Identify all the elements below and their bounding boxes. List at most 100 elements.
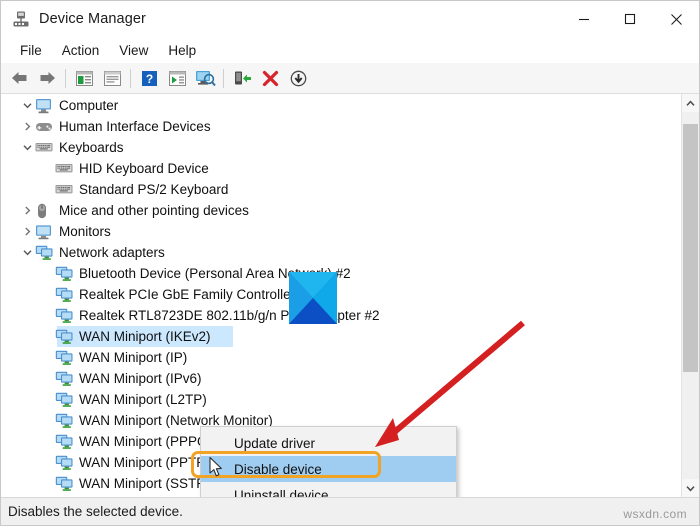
tree-node-label: WAN Miniport (PPTP) [79, 455, 210, 470]
tree-node[interactable]: WAN Miniport (IKEv2) [1, 326, 681, 347]
network-adapter-icon [55, 350, 75, 366]
tree-node-content: Human Interface Devices [1, 116, 211, 137]
update-driver-icon[interactable] [164, 66, 190, 91]
tree-node-label: Other devices [59, 494, 142, 497]
tree-node-label: Network adapters [59, 245, 165, 260]
tree-node-label: WAN Miniport (SSTP) [79, 476, 210, 491]
svg-text:?: ? [145, 72, 152, 86]
network-adapter-icon [55, 413, 75, 429]
network-adapter-icon [55, 476, 75, 492]
scrollbar-thumb[interactable] [683, 124, 698, 372]
other-devices-warning-icon: ? [35, 497, 55, 498]
network-adapter-icon [35, 245, 55, 261]
tree-node-label: HID Keyboard Device [79, 161, 209, 176]
tree-node-label: Mice and other pointing devices [59, 203, 249, 218]
tree-node[interactable]: Mice and other pointing devices [1, 200, 681, 221]
network-adapter-icon [55, 371, 75, 387]
menu-icon-gutter [201, 456, 229, 482]
menu-view[interactable]: View [109, 40, 158, 61]
tree-node-label: Standard PS/2 Keyboard [79, 182, 229, 197]
device-manager-icon [12, 10, 30, 28]
context-menu-label: Uninstall device [234, 487, 329, 498]
tree-node[interactable]: Realtek PCIe GbE Family Controller #2 [1, 284, 681, 305]
tree-node-label: WAN Miniport (L2TP) [79, 392, 207, 407]
tree-node[interactable]: Monitors [1, 221, 681, 242]
scroll-down-arrow-icon[interactable] [682, 479, 699, 497]
tree-node-label: Realtek PCIe GbE Family Controller #2 [79, 287, 314, 302]
tree-node[interactable]: Realtek RTL8723DE 802.11b/g/n PCIe Adapt… [1, 305, 681, 326]
vertical-scrollbar[interactable] [681, 94, 699, 497]
window-controls [561, 1, 699, 37]
tree-node-content: WAN Miniport (IP) [1, 347, 187, 368]
toolbar-separator [223, 68, 224, 88]
network-adapter-icon [55, 455, 75, 471]
enable-device-icon[interactable] [229, 66, 255, 91]
tree-node[interactable]: Network adapters [1, 242, 681, 263]
tree-node-label: Computer [59, 98, 119, 113]
context-menu-item-disable-device[interactable]: Disable device [201, 456, 456, 482]
network-adapter-icon [55, 392, 75, 408]
title-bar: Device Manager [1, 1, 699, 37]
forward-arrow-icon[interactable] [34, 66, 60, 91]
status-bar: Disables the selected device. wsxdn.com [1, 497, 699, 525]
chevron-right-icon[interactable] [19, 116, 35, 137]
tree-node[interactable]: Human Interface Devices [1, 116, 681, 137]
network-adapter-icon [55, 329, 75, 345]
context-menu-item-uninstall-device[interactable]: Uninstall device [201, 482, 456, 498]
chevron-right-icon[interactable] [19, 494, 35, 497]
back-arrow-icon[interactable] [6, 66, 32, 91]
tree-node[interactable]: HID Keyboard Device [1, 158, 681, 179]
tree-node-label: Keyboards [59, 140, 124, 155]
tree-node[interactable]: Keyboards [1, 137, 681, 158]
menu-file[interactable]: File [10, 40, 52, 61]
tree-node-content: Monitors [1, 221, 111, 242]
context-menu[interactable]: Update driver Disable device Uninstall d… [200, 426, 457, 497]
context-menu-item-update-driver[interactable]: Update driver [201, 430, 456, 456]
tree-node-content: WAN Miniport (SSTP) [1, 473, 210, 494]
tree-node-label: WAN Miniport (IKEv2) [79, 329, 211, 344]
tree-node[interactable]: Standard PS/2 Keyboard [1, 179, 681, 200]
chevron-down-icon[interactable] [19, 137, 35, 158]
tree-node-content: Keyboards [1, 137, 124, 158]
keyboard-icon [55, 161, 75, 177]
tree-node[interactable]: WAN Miniport (L2TP) [1, 389, 681, 410]
context-menu-label: Update driver [234, 435, 316, 451]
keyboard-icon [55, 182, 75, 198]
uninstall-device-icon[interactable] [257, 66, 283, 91]
chevron-down-icon[interactable] [19, 95, 35, 116]
minimize-button[interactable] [561, 1, 607, 37]
menu-help[interactable]: Help [158, 40, 206, 61]
toolbar: ? [1, 63, 699, 94]
tree-node[interactable]: WAN Miniport (IPv6) [1, 368, 681, 389]
menu-action[interactable]: Action [52, 40, 110, 61]
tree-node-label: Human Interface Devices [59, 119, 211, 134]
chevron-right-icon[interactable] [19, 221, 35, 242]
properties-icon[interactable] [99, 66, 125, 91]
chevron-right-icon[interactable] [19, 200, 35, 221]
tree-node-content: Mice and other pointing devices [1, 200, 249, 221]
tree-node[interactable]: WAN Miniport (IP) [1, 347, 681, 368]
keyboard-icon [35, 140, 55, 156]
network-adapter-icon [55, 308, 75, 324]
show-hide-console-tree-icon[interactable] [71, 66, 97, 91]
network-adapter-icon [55, 287, 75, 303]
tree-node-content: Realtek PCIe GbE Family Controller #2 [1, 284, 314, 305]
scroll-up-arrow-icon[interactable] [682, 94, 699, 112]
help-icon[interactable]: ? [136, 66, 162, 91]
scan-hardware-changes-icon[interactable] [192, 66, 218, 91]
disable-device-icon[interactable] [285, 66, 311, 91]
tree-node-content: Network adapters [1, 242, 165, 263]
chevron-down-icon[interactable] [19, 242, 35, 263]
maximize-button[interactable] [607, 1, 653, 37]
menu-icon-gutter [201, 430, 229, 456]
tree-node-content: HID Keyboard Device [1, 158, 209, 179]
tree-node[interactable]: Bluetooth Device (Personal Area Network)… [1, 263, 681, 284]
tree-node-content: WAN Miniport (IKEv2) [1, 326, 211, 347]
toolbar-separator [65, 68, 66, 88]
tree-node[interactable]: Computer [1, 95, 681, 116]
tree-node-label: WAN Miniport (IP) [79, 350, 188, 365]
close-button[interactable] [653, 1, 699, 37]
window-title: Device Manager [39, 11, 146, 27]
context-menu-label: Disable device [234, 461, 322, 477]
tree-node-content: WAN Miniport (L2TP) [1, 389, 207, 410]
